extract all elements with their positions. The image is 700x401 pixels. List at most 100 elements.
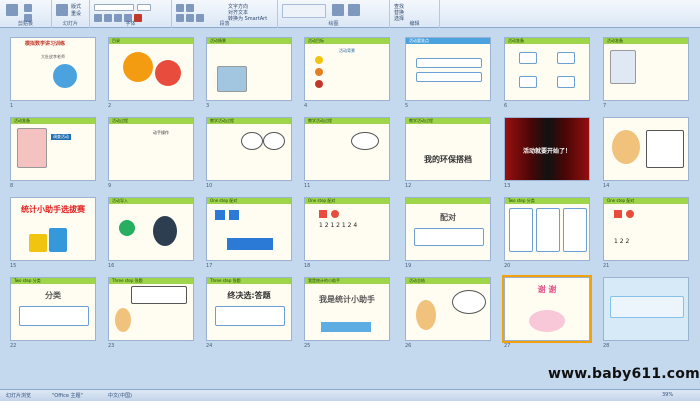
slide-number: 4	[304, 103, 308, 109]
reset-button[interactable]: 重设	[71, 10, 81, 17]
text-box	[519, 76, 537, 88]
speech-bubble	[646, 130, 684, 168]
decoration	[155, 60, 181, 86]
ribbon: 剪贴板 版式 重设 幻灯片 字体 文字方向 对齐文本 转换为 SmartArt …	[0, 0, 700, 28]
slide-title: 活动要准点	[409, 38, 429, 43]
slide-thumbnail[interactable]: 活动准备 调查活动	[10, 117, 96, 181]
slide-thumbnail[interactable]	[603, 277, 689, 341]
slide-text: 动手操作	[153, 130, 169, 135]
theme-label: "Office 主题"	[52, 393, 83, 399]
cut-icon[interactable]	[24, 4, 32, 12]
slide-heading: 我是统计小助手	[319, 295, 375, 304]
slide-thumbnail[interactable]: 活动总结	[405, 277, 491, 341]
slide-thumbnail[interactable]: 我是统计的小助手 我是统计小助手	[304, 277, 390, 341]
slide-thumbnail[interactable]: 活动准备	[504, 37, 590, 101]
slide-thumbnail[interactable]: 活动导入	[108, 197, 194, 261]
view-label: 幻灯片浏览	[6, 393, 32, 399]
slide-thumbnail[interactable]: Two step 分类	[504, 197, 590, 261]
bullets-icon[interactable]	[176, 4, 184, 12]
ribbon-group-drawing: 绘图	[278, 0, 390, 28]
ribbon-group-label: 字体	[125, 21, 136, 27]
slide-number: 13	[504, 183, 511, 189]
slide-thumbnail[interactable]: 教学活动过程	[206, 117, 292, 181]
zoom-level[interactable]: 39%	[662, 392, 673, 398]
slide-thumbnail[interactable]: 活动目标 活动背景	[304, 37, 390, 101]
speech-bubble	[452, 290, 486, 314]
slide-thumbnail[interactable]: Two step 分类 分类	[10, 277, 96, 341]
slide-title: 活动准备	[508, 38, 524, 43]
slide-title: 模拟数学讲习训练	[25, 41, 66, 47]
slide-title: Two step 分类	[14, 278, 41, 283]
slide-thumbnail[interactable]: Three step 答题 终决选:答题	[206, 277, 292, 341]
slide-number: 5	[405, 103, 409, 109]
count-row: 1 2 1 2 1 2 4	[319, 222, 358, 229]
ribbon-group-slides: 版式 重设 幻灯片	[52, 0, 90, 28]
slide-thumbnail[interactable]: 教学活动过程	[304, 117, 390, 181]
numbering-icon[interactable]	[186, 4, 194, 12]
slide-title: 活动情景	[210, 38, 226, 43]
slide-thumbnail[interactable]	[603, 117, 689, 181]
slide-title: 活动导入	[112, 198, 128, 203]
shapes-gallery[interactable]	[282, 4, 326, 18]
slide-number: 7	[603, 103, 607, 109]
paste-icon[interactable]	[6, 4, 18, 16]
slide-heading: 活动就要开始了！	[522, 148, 571, 155]
category-box	[509, 208, 533, 252]
slide-number: 10	[206, 183, 213, 189]
slide-number: 21	[603, 263, 610, 269]
shape	[227, 238, 273, 250]
layout-button[interactable]: 版式	[71, 3, 81, 10]
slide-thumbnail[interactable]: 统计小助手选拔赛	[10, 197, 96, 261]
slide-thumbnail-selected[interactable]: 谢 谢	[502, 275, 592, 343]
slide-thumbnail[interactable]: Three step 答题	[108, 277, 194, 341]
decoration	[123, 52, 153, 82]
ribbon-group-label: 编辑	[409, 21, 420, 27]
slide-thumbnail[interactable]: 模拟数学讲习训练 大肚皮李老师	[10, 37, 96, 101]
speech-bubble	[263, 132, 285, 150]
slide-thumbnail[interactable]: 目录	[108, 37, 194, 101]
slide-number: 18	[304, 263, 311, 269]
slide-number: 16	[108, 263, 115, 269]
slide-thumbnail[interactable]: 配对	[405, 197, 491, 261]
language-label[interactable]: 中文(中国)	[108, 392, 132, 399]
slide-title: One step 配对	[308, 198, 336, 203]
arrange-icon[interactable]	[332, 4, 344, 16]
slide-subtitle: 大肚皮李老师	[41, 54, 65, 59]
slide-number: 9	[108, 183, 112, 189]
ribbon-group-label: 剪贴板	[17, 21, 33, 27]
photo	[610, 50, 636, 84]
text-box	[557, 52, 575, 64]
shape	[319, 210, 327, 218]
slide-sorter: 模拟数学讲习训练 大肚皮李老师 1 目录 2 活动情景 3 活动目标 活动背景 …	[0, 29, 700, 387]
slide-thumbnail[interactable]: 活动准备	[603, 37, 689, 101]
slide-thumbnail[interactable]: 活动要准点	[405, 37, 491, 101]
slide-number: 6	[504, 103, 508, 109]
slide-thumbnail[interactable]: 活动过程 动手操作	[108, 117, 194, 181]
decoration	[53, 64, 77, 88]
shape	[229, 210, 239, 220]
slide-thumbnail[interactable]: 教学活动过程 我的环保搭档	[405, 117, 491, 181]
slide-number: 2	[108, 103, 112, 109]
slide-number: 12	[405, 183, 412, 189]
font-size-select[interactable]	[137, 4, 151, 11]
font-family-select[interactable]	[94, 4, 134, 11]
ribbon-group-paragraph: 文字方向 对齐文本 转换为 SmartArt 段落	[172, 0, 278, 28]
character	[153, 216, 177, 246]
slide-number: 14	[603, 183, 610, 189]
slide-title: Two step 分类	[508, 198, 535, 203]
slide-thumbnail[interactable]: One step 配对 1 2 2	[603, 197, 689, 261]
text-box	[557, 76, 575, 88]
slide-thumbnail[interactable]: 活动情景	[206, 37, 292, 101]
speech-bubble	[351, 132, 379, 150]
status-bar: 幻灯片浏览 "Office 主题" 中文(中国) 39%	[0, 389, 700, 401]
new-slide-icon[interactable]	[56, 4, 68, 16]
slide-heading: 配对	[440, 213, 456, 222]
quick-styles-icon[interactable]	[348, 4, 360, 16]
slide-thumbnail[interactable]: 活动就要开始了！	[504, 117, 590, 181]
slide-thumbnail[interactable]: One step 配对 1 2 1 2 1 2 4	[304, 197, 390, 261]
fruit	[119, 220, 135, 236]
block	[29, 234, 47, 252]
decoration	[529, 310, 565, 332]
character	[612, 130, 640, 164]
slide-thumbnail[interactable]: One step 配对	[206, 197, 292, 261]
